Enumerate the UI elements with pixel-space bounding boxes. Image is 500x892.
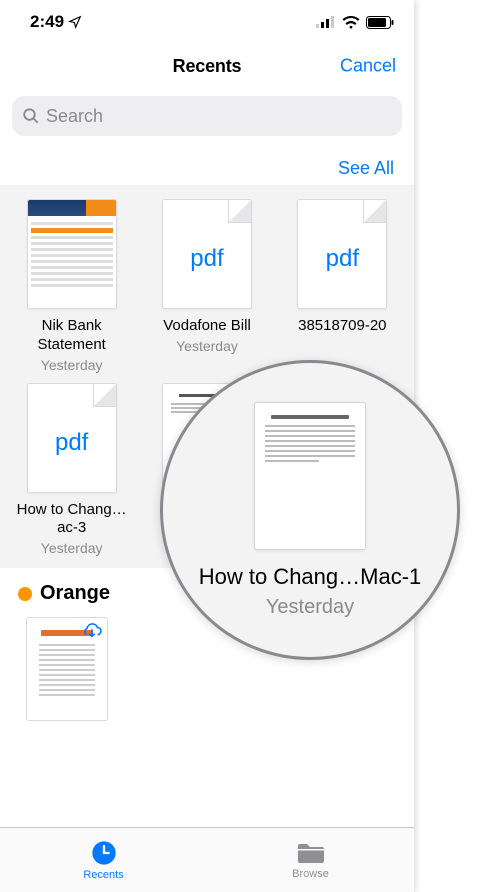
tab-browse[interactable]: Browse [207, 828, 414, 892]
file-item[interactable] [26, 617, 108, 721]
search-icon [22, 107, 40, 125]
clock-icon [90, 839, 118, 867]
magnifier-overlay: How to Chang…Mac-1 Yesterday [160, 360, 460, 660]
tab-recents[interactable]: Recents [0, 828, 207, 892]
tab-label: Recents [83, 869, 123, 881]
file-date: Yesterday [41, 540, 103, 556]
pdf-icon: pdf [326, 245, 359, 273]
location-icon [68, 15, 82, 29]
status-left: 2:49 [30, 12, 82, 32]
file-thumbnail: pdf [27, 383, 117, 493]
magnified-file-thumbnail [254, 402, 366, 550]
file-thumbnail: pdf [297, 199, 387, 309]
folder-icon [296, 840, 326, 866]
search-field[interactable] [12, 96, 402, 136]
nav-bar: Recents Cancel [0, 44, 414, 88]
cloud-download-icon [81, 622, 103, 640]
magnified-file-date: Yesterday [266, 596, 354, 619]
orange-tag-icon [18, 587, 32, 601]
file-name: Nik Bank Statement [12, 317, 132, 355]
status-time: 2:49 [30, 12, 64, 32]
file-item[interactable]: Nik Bank Statement Yesterday [4, 199, 139, 373]
status-bar: 2:49 [0, 0, 414, 44]
nav-title: Recents [173, 56, 242, 77]
battery-icon [366, 16, 394, 29]
file-thumbnail [27, 199, 117, 309]
tab-label: Browse [292, 868, 329, 880]
file-date: Yesterday [176, 338, 238, 354]
file-name: How to Chang…ac-3 [12, 501, 132, 539]
pdf-icon: pdf [190, 245, 223, 273]
magnified-file-name: How to Chang…Mac-1 [199, 564, 422, 590]
search-wrap [0, 88, 414, 140]
file-item[interactable]: pdf 38518709-20 [275, 199, 410, 373]
pdf-icon: pdf [55, 429, 88, 457]
cancel-button[interactable]: Cancel [340, 56, 396, 77]
search-input[interactable] [46, 106, 392, 127]
file-name: Vodafone Bill [163, 317, 251, 336]
wifi-icon [342, 16, 360, 29]
file-item[interactable]: pdf Vodafone Bill Yesterday [139, 199, 274, 373]
orange-label: Orange [40, 582, 110, 605]
file-date: Yesterday [41, 357, 103, 373]
file-name: 38518709-20 [298, 317, 386, 336]
status-right [316, 16, 394, 29]
see-all-link[interactable]: See All [0, 140, 414, 185]
tab-bar: Recents Browse [0, 827, 414, 892]
cellular-icon [316, 16, 336, 28]
file-thumbnail: pdf [162, 199, 252, 309]
file-item[interactable]: pdf How to Chang…ac-3 Yesterday [4, 383, 139, 557]
